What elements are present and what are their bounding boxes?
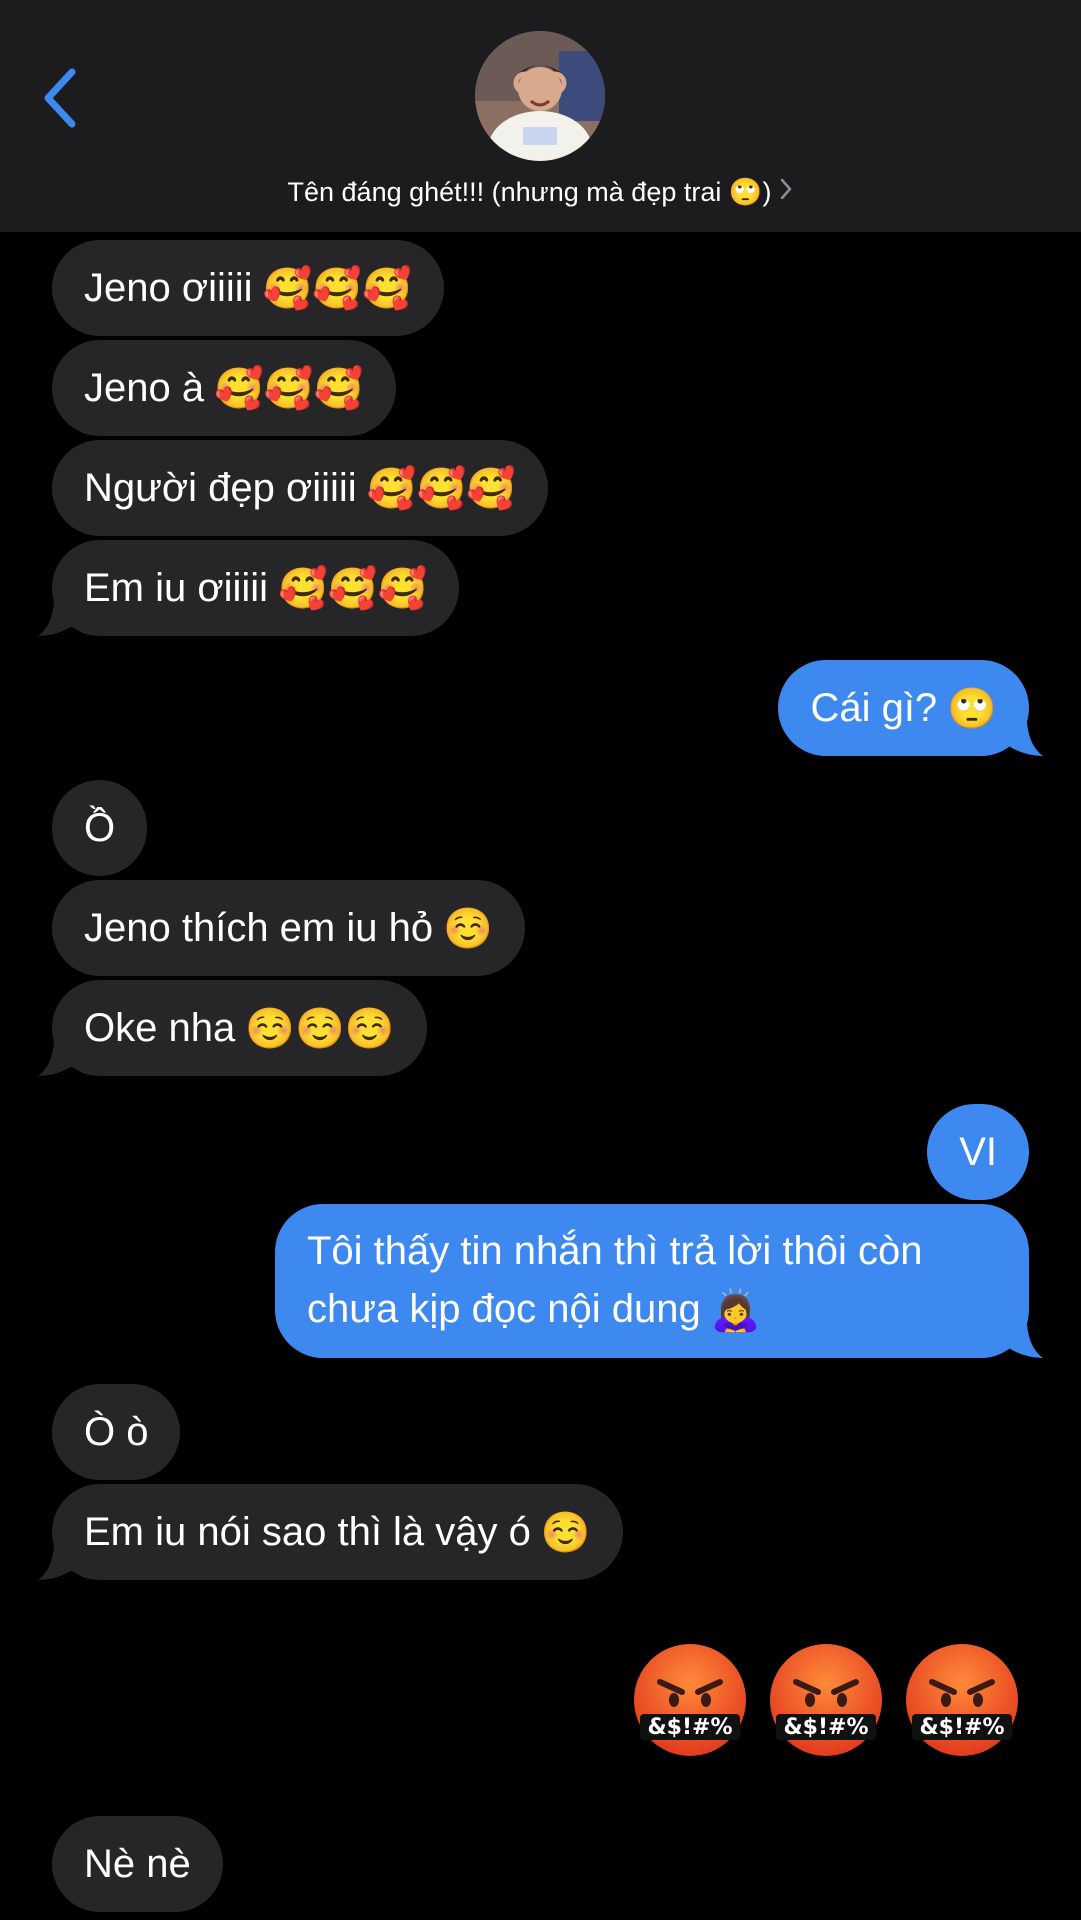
chat-header: Tên đáng ghét!!! (nhưng mà đẹp trai 🙄) xyxy=(0,0,1081,232)
message-text: Jeno à xyxy=(84,365,205,410)
message-thread[interactable]: Jeno ơiiiii 🥰🥰🥰 Jeno à 🥰🥰🥰 Người đẹp ơii… xyxy=(0,232,1081,1920)
emoji: 🙄 xyxy=(947,686,997,731)
back-button[interactable] xyxy=(38,66,88,130)
emoji: 🥰🥰🥰 xyxy=(214,366,364,411)
emoji: ☺️ xyxy=(540,1510,591,1555)
bubble-tail xyxy=(38,1042,78,1076)
angry-face-icon: &$!#% xyxy=(770,1644,882,1756)
message-text: Ồ xyxy=(84,805,116,850)
message-bubble-outgoing[interactable]: VI xyxy=(927,1104,1029,1200)
message-text: Nè nè xyxy=(84,1841,191,1886)
message-text: Ò ò xyxy=(84,1409,149,1454)
message-bubble-incoming[interactable]: Người đẹp ơiiiii 🥰🥰🥰 xyxy=(52,440,549,536)
emoji: 🥰🥰🥰 xyxy=(262,266,412,311)
message-text: Em iu nói sao thì là vậy ó xyxy=(84,1509,531,1554)
svg-text:&$!#%: &$!#% xyxy=(783,1715,868,1740)
bubble-tail xyxy=(1003,722,1043,756)
chevron-right-icon xyxy=(779,177,793,208)
message-bubble-incoming[interactable]: Ò ò xyxy=(52,1384,181,1480)
contact-name: Tên đáng ghét!!! (nhưng mà đẹp trai 🙄) xyxy=(287,177,772,207)
message-text: Người đẹp ơiiiii xyxy=(84,465,357,510)
angry-face-icon: &$!#% xyxy=(634,1644,746,1756)
svg-text:&$!#%: &$!#% xyxy=(647,1715,732,1740)
bubble-tail xyxy=(1003,1324,1043,1358)
message-bubble-incoming[interactable]: Ồ xyxy=(52,780,148,876)
bubble-tail xyxy=(38,602,78,636)
message-text: Cái gì? xyxy=(810,685,938,730)
message-bubble-outgoing[interactable]: Cái gì? 🙄 xyxy=(778,660,1029,756)
message-text: Jeno thích em iu hỏ xyxy=(84,905,434,950)
emoji: ☺️ xyxy=(443,906,493,951)
bubble-tail xyxy=(38,1546,78,1580)
emoji: ☺️☺️☺️ xyxy=(245,1006,395,1051)
emoji: 🥰🥰🥰 xyxy=(366,466,517,511)
contact-avatar[interactable] xyxy=(475,31,605,161)
chevron-left-icon xyxy=(44,68,76,128)
message-text: Jeno ơiiiii xyxy=(84,265,253,310)
message-bubble-incoming[interactable]: Jeno ơiiiii 🥰🥰🥰 xyxy=(52,240,444,336)
svg-text:&$!#%: &$!#% xyxy=(919,1715,1004,1740)
message-bubble-incoming[interactable]: Nè nè xyxy=(52,1816,223,1912)
message-bubble-incoming[interactable]: Jeno thích em iu hỏ ☺️ xyxy=(52,880,525,976)
message-bubble-incoming[interactable]: Em iu nói sao thì là vậy ó ☺️ xyxy=(52,1484,623,1580)
message-text: VI xyxy=(959,1129,997,1174)
message-text: Tôi thấy tin nhắn thì trả lời thôi còn c… xyxy=(307,1222,922,1340)
message-bubble-outgoing[interactable]: Tôi thấy tin nhắn thì trả lời thôi còn c… xyxy=(275,1204,1029,1358)
emoji: 🙇‍♀️ xyxy=(710,1289,761,1334)
message-text: Em iu ơiiiii xyxy=(84,565,269,610)
angry-face-icon: &$!#% xyxy=(906,1644,1018,1756)
message-bubble-incoming[interactable]: Em iu ơiiiii 🥰🥰🥰 xyxy=(52,540,460,636)
contact-name-row[interactable]: Tên đáng ghét!!! (nhưng mà đẹp trai 🙄) xyxy=(0,172,1081,212)
message-bubble-incoming[interactable]: Oke nha ☺️☺️☺️ xyxy=(52,980,427,1076)
message-text: Oke nha xyxy=(84,1005,236,1050)
message-bubble-incoming[interactable]: Jeno à 🥰🥰🥰 xyxy=(52,340,396,436)
emoji: 🥰🥰🥰 xyxy=(278,566,428,611)
